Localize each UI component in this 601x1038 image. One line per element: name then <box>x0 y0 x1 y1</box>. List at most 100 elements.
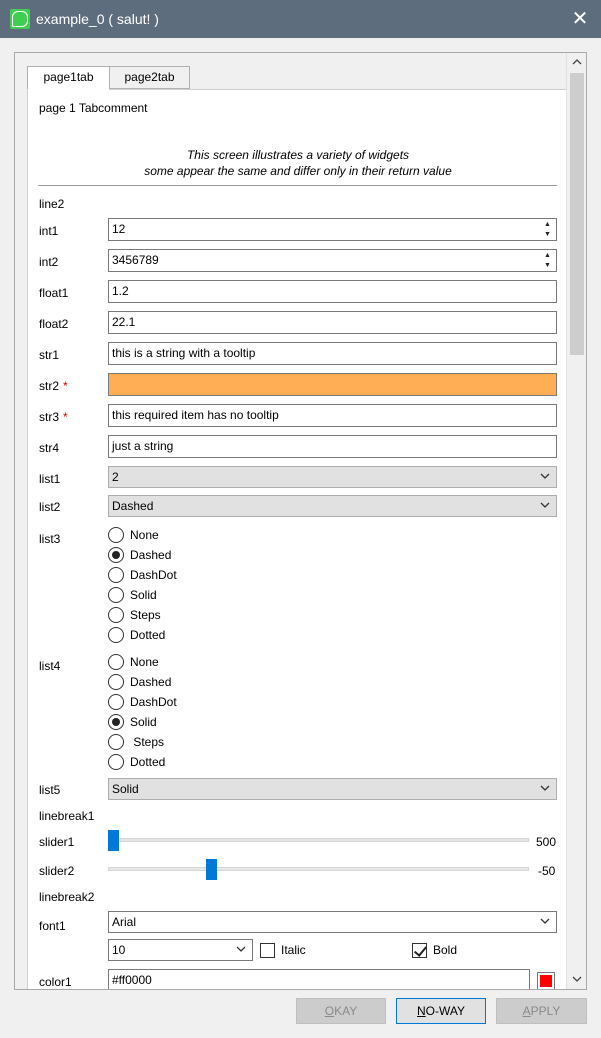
str1-input[interactable]: this is a string with a tooltip <box>108 342 557 365</box>
checkbox-checked-icon <box>412 943 427 959</box>
int1-spinbox[interactable]: 12 ▲ ▼ <box>108 218 557 241</box>
radio-checked-icon <box>108 713 124 730</box>
list5-combobox[interactable]: Solid <box>108 778 557 800</box>
apply-mnemonic: A <box>522 1004 531 1018</box>
list3-option-dashed[interactable]: Dashed <box>108 546 171 566</box>
color1-input[interactable]: #ff0000 <box>108 969 530 989</box>
list3-option-steps[interactable]: Steps <box>108 606 161 626</box>
no-way-button[interactable]: NO-WAY <box>396 998 486 1024</box>
list3-option-none[interactable]: None <box>108 526 159 546</box>
close-button[interactable]: ✕ <box>567 6 593 32</box>
list3-option-dotted[interactable]: Dotted <box>108 626 165 646</box>
float2-input[interactable]: 22.1 <box>108 311 557 334</box>
str4-label: str4 <box>39 441 60 455</box>
chevron-down-icon <box>236 946 246 952</box>
tab-panel-page1: page 1 Tabcomment This screen illustrate… <box>27 89 567 989</box>
int2-spinbox[interactable]: 3456789 ▲ ▼ <box>108 249 557 272</box>
list3-option-solid[interactable]: Solid <box>108 586 157 606</box>
radio-icon <box>108 566 124 583</box>
linebreak1-label: linebreak1 <box>39 809 95 823</box>
okay-label: KAY <box>334 1004 358 1018</box>
str1-label: str1 <box>39 348 60 362</box>
chevron-down-icon <box>540 918 550 924</box>
list2-value: Dashed <box>112 499 154 513</box>
okay-button[interactable]: OKAY <box>296 998 386 1024</box>
apply-label: PPLY <box>530 1004 561 1018</box>
list4-option-dotted[interactable]: Dotted <box>108 753 165 773</box>
bold-label: Bold <box>433 943 458 957</box>
float2-label: float2 <box>39 317 69 331</box>
list2-combobox[interactable]: Dashed <box>108 495 557 517</box>
spin-up-icon[interactable]: ▲ <box>540 251 555 261</box>
vertical-scrollbar[interactable] <box>566 53 586 989</box>
float1-input[interactable]: 1.2 <box>108 280 557 303</box>
slider1-value: 500 <box>536 835 557 849</box>
color-swatch-button[interactable] <box>537 972 555 989</box>
chevron-down-icon <box>540 473 550 479</box>
chevron-down-icon <box>540 785 550 791</box>
font-size-combobox[interactable]: 10 <box>108 939 253 961</box>
slider2-value: -50 <box>538 864 556 878</box>
str2-input[interactable] <box>108 373 557 396</box>
tab-page2[interactable]: page2tab <box>110 66 190 89</box>
str4-input[interactable]: just a string <box>108 435 557 458</box>
int2-label: int2 <box>39 255 59 269</box>
linebreak2-label: linebreak2 <box>39 890 95 904</box>
tab-comment: page 1 Tabcomment <box>39 101 148 115</box>
required-marker: * <box>63 410 68 424</box>
list4-option-steps[interactable]: Steps <box>108 733 164 753</box>
bold-checkbox[interactable]: Bold <box>412 942 458 959</box>
slider2-handle[interactable] <box>206 859 218 880</box>
noway-label: O-WAY <box>425 1004 465 1018</box>
radio-icon <box>108 753 124 770</box>
int2-spin-buttons[interactable]: ▲ ▼ <box>540 251 555 270</box>
list4-label: list4 <box>39 659 61 673</box>
apply-button[interactable]: APPLY <box>496 998 587 1024</box>
radio-icon <box>108 586 124 603</box>
radio-icon <box>108 626 124 643</box>
str2-label: str2 * <box>39 379 68 393</box>
intro-line-2: some appear the same and differ only in … <box>144 164 452 178</box>
str3-label-text: str3 <box>39 410 60 424</box>
radio-icon <box>108 653 124 670</box>
slider2-label: slider2 <box>39 864 75 878</box>
italic-checkbox[interactable]: Italic <box>260 942 306 959</box>
radio-checked-icon <box>108 546 124 563</box>
str2-label-text: str2 <box>39 379 60 393</box>
slider2-track[interactable] <box>108 867 529 871</box>
list1-value: 2 <box>112 470 119 484</box>
str3-input[interactable]: this required item has no tooltip <box>108 404 557 427</box>
list5-value: Solid <box>112 782 139 796</box>
slider1-handle[interactable] <box>108 830 119 851</box>
scrollbar-thumb[interactable] <box>570 73 584 355</box>
list3-label: list3 <box>39 532 61 546</box>
str3-label: str3 * <box>39 410 68 424</box>
slider1-track[interactable] <box>108 838 529 842</box>
int2-value: 3456789 <box>112 253 159 267</box>
spin-down-icon[interactable]: ▼ <box>540 261 555 271</box>
scroll-up-icon[interactable] <box>567 53 586 71</box>
list4-option-dashed[interactable]: Dashed <box>108 673 171 693</box>
window-title: example_0 ( salut! ) <box>36 11 159 27</box>
list1-combobox[interactable]: 2 <box>108 466 557 488</box>
radio-icon <box>108 693 124 710</box>
line2-label: line2 <box>39 197 65 211</box>
font-size-value: 10 <box>112 943 126 957</box>
list3-option-dashdot[interactable]: DashDot <box>108 566 177 586</box>
tab-page1[interactable]: page1tab <box>27 66 110 90</box>
int1-label: int1 <box>39 224 59 238</box>
checkbox-icon <box>260 943 275 959</box>
spin-down-icon[interactable]: ▼ <box>540 230 555 240</box>
chevron-down-icon <box>540 502 550 508</box>
required-marker: * <box>63 379 68 393</box>
int1-spin-buttons[interactable]: ▲ ▼ <box>540 220 555 239</box>
separator-line <box>38 185 557 186</box>
radio-icon <box>108 606 124 623</box>
font-family-combobox[interactable]: Arial <box>108 911 557 933</box>
list4-option-dashdot[interactable]: DashDot <box>108 693 177 713</box>
spin-up-icon[interactable]: ▲ <box>540 220 555 230</box>
italic-label: Italic <box>281 943 306 957</box>
scroll-down-icon[interactable] <box>567 971 586 989</box>
list4-option-none[interactable]: None <box>108 653 159 673</box>
list4-option-solid[interactable]: Solid <box>108 713 157 733</box>
